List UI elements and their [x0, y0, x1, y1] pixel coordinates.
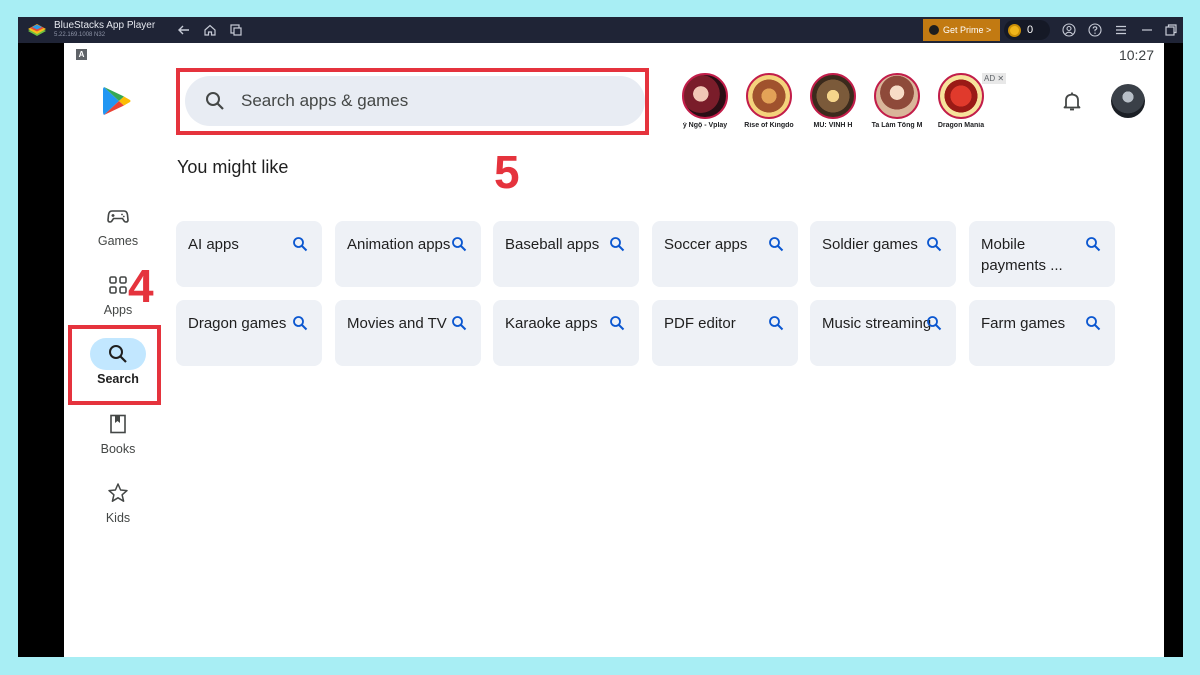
search-icon [452, 316, 467, 331]
chip-label: Movies and TV [347, 315, 447, 332]
chip-label: Soccer apps [664, 236, 748, 253]
coin-count: 0 [1027, 24, 1034, 36]
chip-label: PDF editor [664, 315, 736, 332]
bluestacks-window: BlueStacks App Player 5.22.169.1008 N32 … [18, 17, 1183, 657]
search-icon [927, 316, 942, 331]
help-icon[interactable] [1087, 22, 1103, 38]
coin-balance[interactable]: 0 [1004, 20, 1050, 40]
bookmark-icon [110, 414, 126, 434]
search-icon [293, 237, 308, 252]
nav-label: Games [97, 234, 139, 248]
annotation-step-5: 5 [494, 146, 520, 198]
annotation-highlight-search-tab [68, 325, 161, 405]
restore-window-icon[interactable] [1163, 22, 1179, 38]
promo-app-label: MU: VĨNH H [813, 122, 853, 129]
search-icon [610, 316, 625, 331]
annotation-step-4: 4 [128, 260, 154, 312]
suggestion-chip-soccer-apps[interactable]: Soccer apps [652, 221, 798, 287]
account-avatar[interactable] [1111, 84, 1145, 118]
chip-label: Soldier games [822, 236, 918, 253]
suggestion-chip-karaoke-apps[interactable]: Karaoke apps [493, 300, 639, 366]
promo-app-image [874, 73, 920, 119]
search-icon [927, 237, 942, 252]
search-icon [1086, 237, 1101, 252]
chip-label: Animation apps [347, 236, 451, 253]
nav-item-books[interactable]: Books [86, 408, 150, 456]
get-prime-label: Get Prime > [943, 25, 992, 35]
star-icon [108, 483, 128, 502]
coin-icon [1008, 23, 1021, 37]
menu-icon[interactable] [1113, 22, 1129, 38]
suggestion-chip-farm-games[interactable]: Farm games [969, 300, 1115, 366]
promo-app-image [682, 73, 728, 119]
search-icon [452, 237, 467, 252]
search-icon [610, 237, 625, 252]
promo-app-image [746, 73, 792, 119]
promo-app-label: Rise of Kingdo [744, 122, 794, 129]
search-icon [769, 237, 784, 252]
chip-label: Farm games [981, 315, 1066, 332]
annotation-highlight-search-bar [176, 68, 649, 135]
search-icon [1086, 316, 1101, 331]
chip-label: Dragon games [188, 315, 287, 332]
chip-label: Baseball apps [505, 236, 600, 253]
suggestion-chip-baseball-apps[interactable]: Baseball apps [493, 221, 639, 287]
suggestion-chip-music-streaming[interactable]: Music streaming [810, 300, 956, 366]
title-bar: BlueStacks App Player 5.22.169.1008 N32 … [18, 17, 1183, 43]
status-clock: 10:27 [1118, 47, 1154, 63]
android-screen: A 10:27 5 ý Ngộ - Vplay Rise of Kingdo M… [64, 43, 1164, 657]
nav-label: Kids [105, 511, 131, 525]
suggestion-chip-soldier-games[interactable]: Soldier games [810, 221, 956, 287]
bluestacks-logo-icon [28, 24, 46, 36]
ad-badge[interactable]: AD ✕ [982, 73, 1007, 84]
app-title: BlueStacks App Player [54, 20, 156, 31]
nav-item-kids[interactable]: Kids [86, 477, 150, 525]
nav-label: Books [100, 442, 136, 456]
suggestion-chip-movies-and-tv[interactable]: Movies and TV [335, 300, 481, 366]
promo-app-2[interactable]: Rise of Kingdo [734, 73, 804, 129]
apps-grid-icon [109, 276, 127, 294]
promo-app-label: Dragon Mania [937, 122, 985, 129]
suggestion-chip-dragon-games[interactable]: Dragon games [176, 300, 322, 366]
suggestion-chip-ai-apps[interactable]: AI apps [176, 221, 322, 287]
promo-app-label: ý Ngộ - Vplay [682, 122, 728, 129]
promo-app-3[interactable]: MU: VĨNH H [798, 73, 868, 129]
suggestion-chip-mobile-payments[interactable]: Mobile payments ... [969, 221, 1115, 287]
notification-bell-icon[interactable] [1060, 89, 1084, 113]
gamepad-icon [107, 210, 129, 223]
chip-label: Mobile payments ... [981, 236, 1063, 274]
home-icon[interactable] [202, 22, 218, 38]
promo-app-label: Ta Làm Tông M [871, 122, 923, 129]
status-indicator: A [76, 49, 87, 60]
promo-app-image [810, 73, 856, 119]
prime-icon [929, 25, 939, 35]
chip-label: Karaoke apps [505, 315, 598, 332]
promo-app-1[interactable]: ý Ngộ - Vplay [670, 73, 740, 129]
nav-item-games[interactable]: Games [86, 200, 150, 248]
chip-label: Music streaming [822, 315, 932, 332]
recent-apps-icon[interactable] [228, 22, 244, 38]
promo-app-4[interactable]: Ta Làm Tông M [862, 73, 932, 129]
get-prime-button[interactable]: Get Prime > [923, 19, 1000, 41]
suggestion-chip-pdf-editor[interactable]: PDF editor [652, 300, 798, 366]
google-play-logo-icon[interactable] [102, 85, 132, 117]
search-icon [769, 316, 784, 331]
minimize-icon[interactable] [1139, 22, 1155, 38]
suggestion-chip-animation-apps[interactable]: Animation apps [335, 221, 481, 287]
app-version: 5.22.169.1008 N32 [54, 32, 106, 38]
account-icon[interactable] [1061, 22, 1077, 38]
section-title: You might like [177, 157, 289, 177]
promo-app-image [938, 73, 984, 119]
back-arrow-icon[interactable] [176, 22, 192, 38]
chip-label: AI apps [188, 236, 239, 253]
search-icon [293, 316, 308, 331]
